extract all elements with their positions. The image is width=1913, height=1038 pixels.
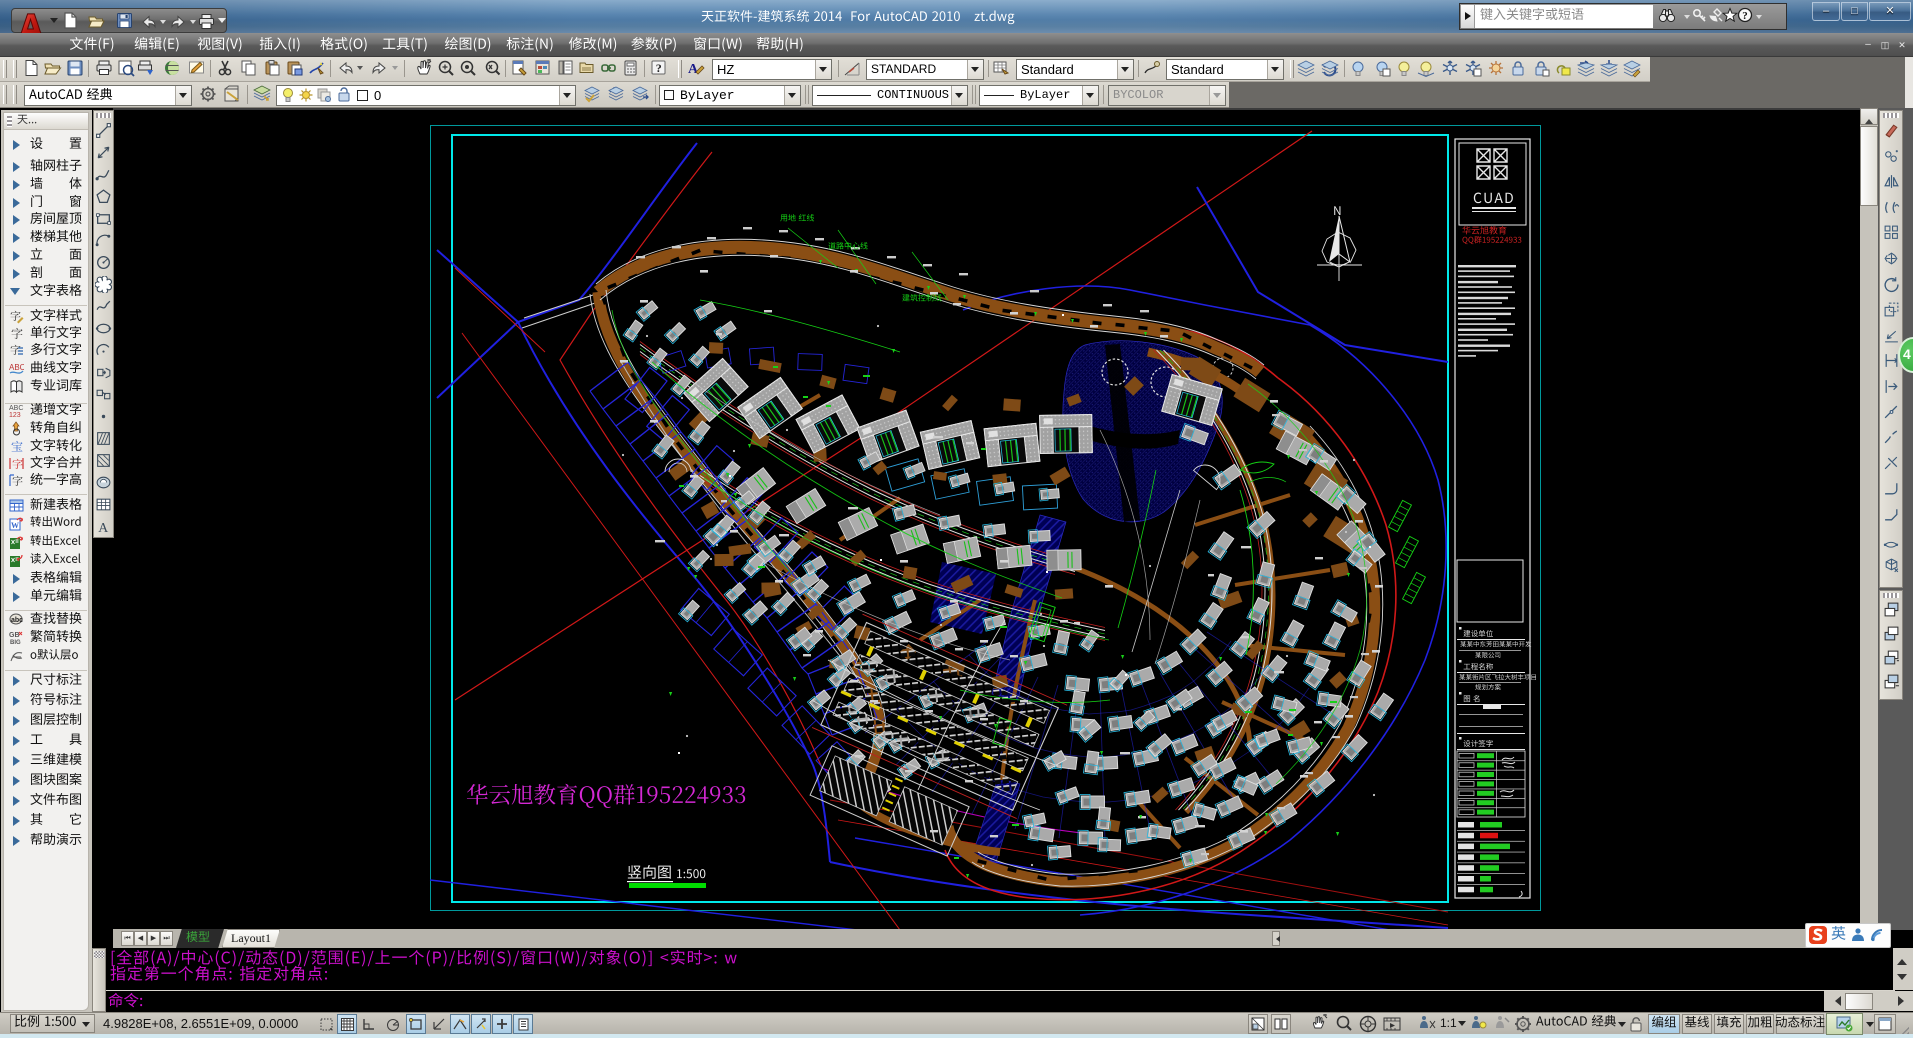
svg-text:123: 123 [9,412,21,418]
svg-text:A: A [688,62,699,77]
svg-text:GB: GB [9,632,20,639]
svg-text:?: ? [1742,10,1748,22]
svg-text:abc: abc [11,617,23,624]
svg-text:BIG: BIG [10,640,21,645]
svg-text:ABC: ABC [9,363,24,372]
svg-text:A: A [98,520,108,535]
svg-text:?: ? [656,61,662,75]
svg-text:ABC: ABC [9,405,23,412]
svg-text:W: W [11,521,19,530]
